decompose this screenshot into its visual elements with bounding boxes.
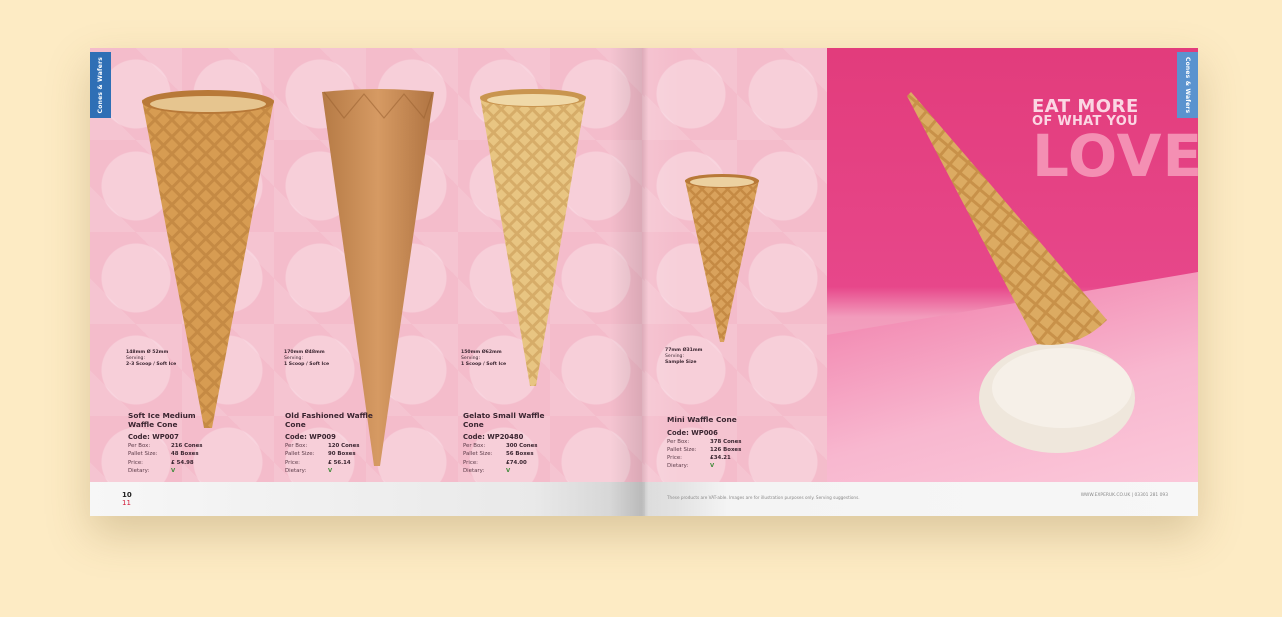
website-contact: WWW.EXPERUK.CO.UK | 03301 281 093 bbox=[1080, 493, 1168, 498]
product-card: Soft Ice Medium Waffle Cone Code: WP007 … bbox=[128, 411, 218, 476]
dimension-label: 148mm Ø 52mm Serving: 2-3 Scoop / Soft I… bbox=[126, 350, 177, 367]
product-specs: Per Box: 120 Cones Pallet Size: 90 Boxes P… bbox=[285, 443, 360, 474]
page-number: 10 11 bbox=[122, 491, 132, 507]
disclaimer-text: These products are VAT-able. Images are … bbox=[667, 495, 860, 500]
product-specs: Per Box: 378 Cones Pallet Size: 126 Boxes … bbox=[667, 438, 742, 470]
product-name: Old Fashioned Waffle Cone bbox=[285, 411, 373, 429]
soft-ice-medium-cone-image bbox=[142, 90, 274, 428]
product-name: Mini Waffle Cone bbox=[667, 415, 737, 424]
product-code: Code: WP009 bbox=[285, 433, 336, 441]
product-name: Soft Ice Medium Waffle Cone bbox=[128, 411, 196, 429]
product-card: Old Fashioned Waffle Cone Code: WP009 Pe… bbox=[285, 411, 375, 476]
product-specs: Per Box: 300 Cones Pallet Size: 56 Boxes P… bbox=[463, 443, 538, 474]
right-page: 77mm Ø31mm Serving: Sample Size Mini Waf… bbox=[645, 48, 1198, 516]
gelato-small-cone-image bbox=[480, 89, 586, 386]
product-card: Mini Waffle Cone Code: WP006 Per Box: 378… bbox=[667, 415, 757, 472]
product-card: Gelato Small Waffle Cone Code: WP20480 P… bbox=[463, 411, 553, 476]
catalogue-spread: Cones & Wafers 148mm Ø 52mm Serving: 2-3… bbox=[90, 48, 1198, 516]
dimension-label: 150mm Ø62mm Serving: 1 Scoop / Soft Ice bbox=[461, 350, 507, 367]
mini-waffle-cone-image bbox=[685, 174, 759, 342]
section-tab: Cones & Wafers bbox=[1177, 52, 1198, 118]
left-footer bbox=[90, 482, 645, 516]
left-page: Cones & Wafers 148mm Ø 52mm Serving: 2-3… bbox=[90, 48, 645, 516]
dimension-label: 170mm Ø48mm Serving: 1 Scoop / Soft Ice bbox=[284, 350, 330, 367]
product-code: Code: WP007 bbox=[128, 433, 179, 441]
product-code: Code: WP20480 bbox=[463, 433, 524, 441]
product-specs: Per Box: 216 Cones Pallet Size: 48 Boxes P… bbox=[128, 443, 203, 474]
section-tab: Cones & Wafers bbox=[90, 52, 111, 118]
dimension-label: 77mm Ø31mm Serving: Sample Size bbox=[665, 348, 703, 365]
headline: EAT MORE OF WHAT YOU LOVE bbox=[1032, 96, 1198, 190]
hero-photo: EAT MORE OF WHAT YOU LOVE bbox=[827, 48, 1198, 482]
product-name: Gelato Small Waffle Cone bbox=[463, 411, 545, 429]
product-code: Code: WP006 bbox=[667, 428, 718, 437]
